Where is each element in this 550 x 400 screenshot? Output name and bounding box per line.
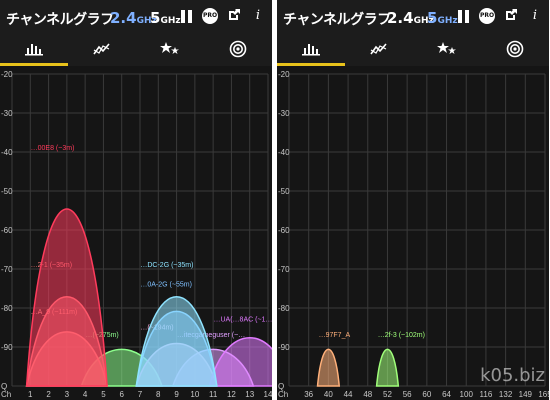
x-tick-label: 100 [460, 390, 474, 399]
y-tick-label: -50 [1, 187, 13, 196]
channel-graph-panel-5ghz: チャンネルグラフ 2.4GHz 5GHz PRO i …97F7_A …2f-3 … [277, 0, 549, 400]
channel-chart-svg: …itecgameguser (~……(~275m)…(~194m)…UA(…8… [1, 70, 272, 399]
tab-ap-list[interactable] [481, 35, 549, 63]
y-tick-label: -50 [278, 187, 290, 196]
y-tick-label: -30 [1, 109, 13, 118]
channel-graph-panel-24ghz: チャンネルグラフ 2.4GHz 5GHz PRO i …itecgameguse… [0, 0, 272, 400]
app-title: チャンネルグラフ [283, 12, 391, 28]
y-tick-label: -20 [278, 70, 290, 79]
y-tick-label: -20 [1, 70, 13, 79]
share-icon[interactable] [503, 8, 519, 24]
x-tick-label: 40 [324, 390, 333, 399]
pause-icon[interactable] [455, 8, 471, 24]
channel-graph-icon [25, 44, 43, 56]
tab-time-graph[interactable] [345, 35, 413, 63]
tab-bar [277, 35, 549, 66]
x-tick-label: Ch [1, 390, 11, 399]
watermark: k05.biz [480, 365, 545, 386]
x-tick-label: 132 [499, 390, 513, 399]
x-tick-label: 36 [304, 390, 313, 399]
band-5ghz-toggle[interactable]: 5GHz [427, 9, 458, 27]
tab-channel-graph[interactable] [277, 35, 345, 63]
channel-chart-5ghz: …97F7_A …2f-3 (~102m) -20 -30 -40 -50 -60 -70 -8… [277, 66, 549, 400]
network-area [208, 336, 272, 387]
network-curve[interactable]: …2f-3 (~102m) [375, 332, 425, 387]
pro-badge-icon[interactable]: PRO [202, 8, 218, 24]
x-tick-label: 116 [480, 390, 493, 399]
y-tick-label: -70 [1, 265, 13, 274]
x-tick-label: 60 [422, 390, 431, 399]
x-tick-label: 11 [209, 390, 218, 399]
channel-rating-icon [160, 42, 179, 54]
x-tick-label: 44 [344, 390, 353, 399]
network-curve[interactable]: …97F7_A [316, 332, 351, 387]
channel-rating-icon [437, 42, 456, 54]
y-tick-label: -90 [278, 343, 290, 352]
x-tick-label: 56 [403, 390, 412, 399]
network-label: …UA(…8AC (~1… [214, 317, 272, 324]
network-label: …2f-3 (~102m) [378, 332, 425, 339]
x-tick-label: 149 [519, 390, 533, 399]
tab-channel-rating[interactable] [413, 35, 481, 63]
x-tick-label: 7 [138, 390, 143, 399]
x-tick-label: 1 [28, 390, 33, 399]
x-tick-label: 8 [156, 390, 161, 399]
x-tick-label: 10 [190, 390, 199, 399]
y-tick-label: -90 [1, 343, 13, 352]
y-tick-label: -60 [1, 226, 13, 235]
x-tick-label: 4 [83, 390, 88, 399]
y-tick-label: -60 [278, 226, 290, 235]
x-tick-label: 165 [538, 390, 549, 399]
channel-graph-icon [302, 44, 320, 56]
ap-list-icon [506, 40, 524, 58]
tab-channel-graph[interactable] [0, 35, 68, 63]
network-label: …00E8 (~3m) [31, 145, 75, 152]
x-tick-label: 9 [174, 390, 179, 399]
x-tick-label: 6 [119, 390, 124, 399]
tab-channel-rating[interactable] [136, 35, 204, 63]
app-header: チャンネルグラフ 2.4GHz 5GHz PRO i [0, 0, 272, 35]
band-5ghz-toggle[interactable]: 5GHz [150, 9, 181, 27]
time-graph-icon [370, 43, 387, 55]
x-tick-label: 13 [245, 390, 254, 399]
x-tick-label: 2 [46, 390, 51, 399]
x-tick-label: 14 [264, 390, 272, 399]
tab-time-graph[interactable] [68, 35, 136, 63]
tab-ap-list[interactable] [204, 35, 272, 63]
network-area [375, 348, 400, 387]
ap-list-icon [229, 40, 247, 58]
network-label: …0A-2G (~55m) [140, 282, 192, 289]
app-title: チャンネルグラフ [6, 12, 114, 28]
pause-icon[interactable] [178, 8, 194, 24]
y-tick-label: -80 [278, 304, 290, 313]
x-tick-label: 12 [227, 390, 236, 399]
channel-chart-24ghz: …itecgameguser (~……(~275m)…(~194m)…UA(…8… [0, 66, 272, 400]
network-area [25, 208, 108, 387]
x-tick-label: 52 [383, 390, 392, 399]
y-tick-label: -40 [1, 148, 13, 157]
channel-chart-svg: …97F7_A …2f-3 (~102m) -20 -30 -40 -50 -60 -70 -8… [278, 70, 549, 399]
x-tick-label: 64 [442, 390, 451, 399]
x-tick-label: Ch [278, 390, 288, 399]
network-area [135, 296, 218, 387]
info-icon[interactable]: i [250, 8, 266, 24]
info-icon[interactable]: i [527, 8, 543, 24]
share-icon[interactable] [226, 8, 242, 24]
x-tick-label: 48 [363, 390, 372, 399]
x-tick-label: 3 [65, 390, 70, 399]
tab-bar [0, 35, 272, 66]
pro-badge-icon[interactable]: PRO [479, 8, 495, 24]
y-tick-label: -30 [278, 109, 290, 118]
time-graph-icon [93, 43, 110, 55]
x-tick-label: 5 [101, 390, 106, 399]
y-tick-label: -70 [278, 265, 290, 274]
y-tick-label: -80 [1, 304, 13, 313]
network-area [316, 348, 341, 387]
network-label: …97F7_A [319, 332, 351, 339]
app-header: チャンネルグラフ 2.4GHz 5GHz PRO i [277, 0, 549, 35]
y-tick-label: -40 [278, 148, 290, 157]
network-label: …DC-2G (~35m) [140, 262, 193, 269]
